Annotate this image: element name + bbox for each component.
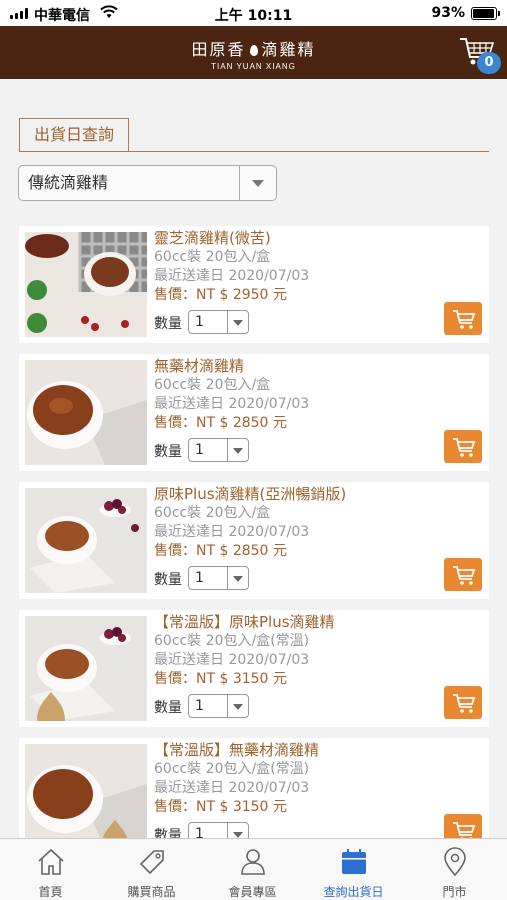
cart-icon (453, 438, 476, 457)
product-image (25, 744, 147, 849)
tab-label: 首頁 (38, 885, 63, 899)
chevron-down-icon (233, 704, 243, 710)
tab-label: 門市 (442, 885, 467, 899)
delivery-date: 最近送達日 2020/07/03 (154, 524, 310, 540)
product-spec: 60cc裝 20包入/盒(常溫) (154, 761, 310, 777)
category-select[interactable]: 傳統滴雞精 (18, 165, 277, 201)
product-price: 售價：NT $ 2850 元 (154, 543, 287, 559)
product-spec: 60cc裝 20包入/盒 (154, 249, 271, 265)
tab-shop[interactable]: 購買商品 (101, 839, 202, 900)
bottom-tab-bar: 首頁 購買商品 會員專區 查詢出貨日 門市 (0, 838, 507, 900)
product-image (25, 616, 147, 721)
category-select-value: 傳統滴雞精 (28, 173, 109, 192)
battery-percent: 93% (431, 5, 465, 21)
product-name[interactable]: 【常溫版】原味Plus滴雞精 (154, 613, 335, 632)
quantity-label: 數量 (154, 572, 182, 588)
tab-shipping-date[interactable]: 查詢出貨日 (303, 839, 404, 900)
product-image (25, 488, 147, 593)
quantity-label: 數量 (154, 316, 182, 332)
product-spec: 60cc裝 20包入/盒 (154, 377, 271, 393)
tab-home[interactable]: 首頁 (0, 839, 101, 900)
cart-count-badge[interactable]: 0 (477, 52, 501, 74)
tab-label: 購買商品 (127, 885, 176, 899)
product-price: 售價：NT $ 3150 元 (154, 671, 287, 687)
product-price: 售價：NT $ 2850 元 (154, 415, 287, 431)
section-title: 出貨日查詢 (19, 118, 129, 152)
app-header: 田原香 滴雞精 TIAN YUAN XIANG (0, 26, 507, 79)
cart-icon (453, 310, 476, 329)
product-spec: 60cc裝 20包入/盒(常溫) (154, 633, 310, 649)
quantity-label: 數量 (154, 700, 182, 716)
delivery-date: 最近送達日 2020/07/03 (154, 268, 310, 284)
chevron-down-icon (233, 448, 243, 454)
product-price: 售價：NT $ 3150 元 (154, 799, 287, 815)
chevron-down-icon (252, 180, 264, 187)
product-card[interactable]: 原味Plus滴雞精(亞洲暢銷版) 60cc裝 20包入/盒 最近送達日 2020… (19, 482, 489, 599)
brand-logo: 田原香 滴雞精 TIAN YUAN XIANG (0, 36, 507, 71)
brand-name-right: 滴雞精 (261, 40, 316, 59)
brand-name-en: TIAN YUAN XIANG (211, 62, 296, 71)
brand-name-left: 田原香 (191, 40, 246, 59)
product-name[interactable]: 無藥材滴雞精 (154, 357, 309, 376)
person-icon (241, 849, 265, 875)
status-bar: 中華電信 上午 10:11 93% (0, 0, 507, 26)
home-icon (38, 848, 64, 875)
chevron-down-icon (233, 576, 243, 582)
calendar-icon (342, 849, 366, 874)
quantity-select[interactable]: 1 (188, 438, 249, 462)
tab-stores[interactable]: 門市 (404, 839, 505, 900)
product-name[interactable]: 【常溫版】無藥材滴雞精 (154, 741, 319, 760)
battery-icon (471, 7, 500, 20)
section-divider (19, 151, 489, 152)
quantity-label: 數量 (154, 444, 182, 460)
quantity-select[interactable]: 1 (188, 310, 249, 334)
cart-icon (453, 694, 476, 713)
chevron-down-icon (233, 320, 243, 326)
product-card[interactable]: 無藥材滴雞精 60cc裝 20包入/盒 最近送達日 2020/07/03 售價：… (19, 354, 489, 471)
location-pin-icon (444, 847, 466, 877)
add-to-cart-button[interactable] (444, 558, 482, 591)
product-spec: 60cc裝 20包入/盒 (154, 505, 271, 521)
droplet-icon (249, 45, 258, 56)
add-to-cart-button[interactable] (444, 686, 482, 719)
quantity-select[interactable]: 1 (188, 566, 249, 590)
delivery-date: 最近送達日 2020/07/03 (154, 780, 310, 796)
delivery-date: 最近送達日 2020/07/03 (154, 396, 310, 412)
product-name[interactable]: 原味Plus滴雞精(亞洲暢銷版) (154, 485, 346, 504)
cart-icon (453, 566, 476, 585)
product-price: 售價：NT $ 2950 元 (154, 287, 287, 303)
tab-label: 會員專區 (228, 885, 277, 899)
product-image (25, 360, 147, 465)
quantity-select[interactable]: 1 (188, 694, 249, 718)
product-image (25, 232, 147, 337)
add-to-cart-button[interactable] (444, 430, 482, 463)
product-card[interactable]: 【常溫版】原味Plus滴雞精 60cc裝 20包入/盒(常溫) 最近送達日 20… (19, 610, 489, 727)
product-card[interactable]: 靈芝滴雞精(微苦) 60cc裝 20包入/盒 最近送達日 2020/07/03 … (19, 226, 489, 343)
tag-icon (139, 850, 164, 875)
tab-label: 查詢出貨日 (323, 885, 384, 899)
product-name[interactable]: 靈芝滴雞精(微苦) (154, 229, 309, 248)
delivery-date: 最近送達日 2020/07/03 (154, 652, 310, 668)
tab-member[interactable]: 會員專區 (202, 839, 303, 900)
add-to-cart-button[interactable] (444, 302, 482, 335)
